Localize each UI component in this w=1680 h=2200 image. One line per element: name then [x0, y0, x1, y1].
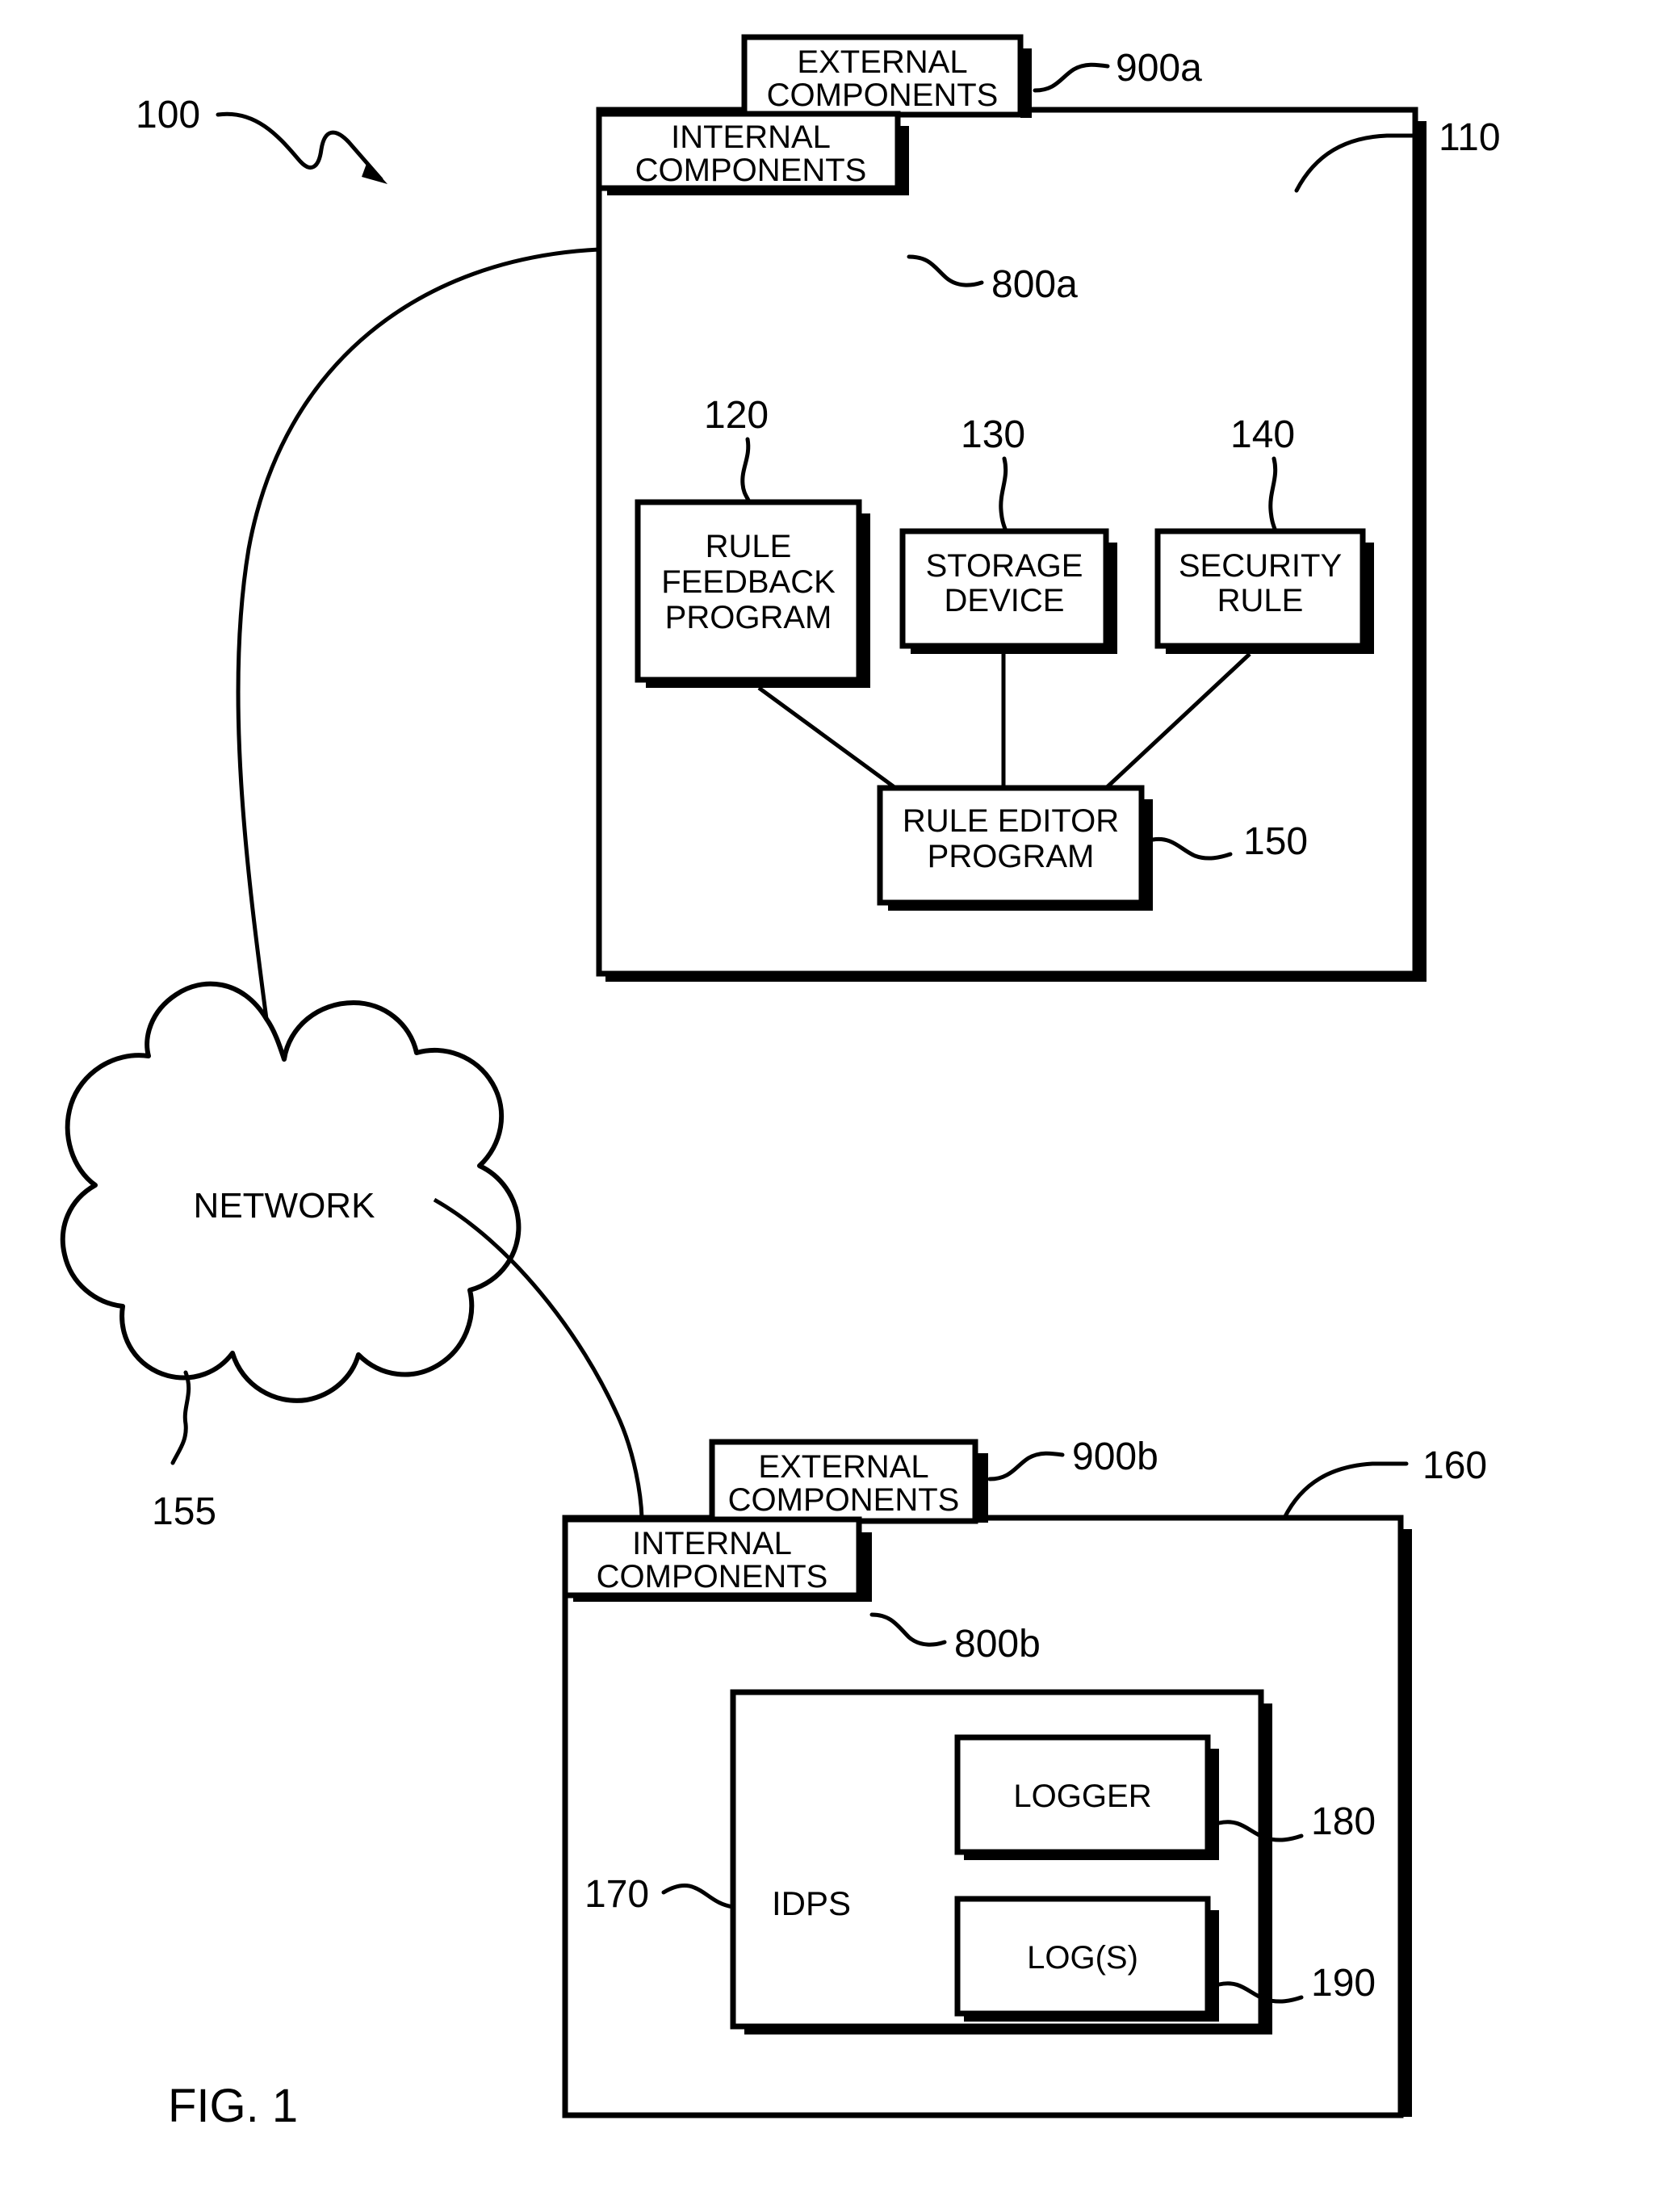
- system-arrow-squiggle: [216, 111, 383, 182]
- ref-label-100: 100: [136, 94, 200, 136]
- ref-label-120: 120: [704, 394, 769, 437]
- ref-label-800a: 800a: [991, 263, 1078, 306]
- link-computer110-to-network: [236, 247, 600, 1020]
- internal-components-b-line2: COMPONENTS: [597, 1559, 828, 1594]
- rule-feedback-program-line1: RULE: [706, 529, 792, 564]
- leader-155: [170, 1370, 191, 1465]
- ref-label-800b: 800b: [954, 1623, 1041, 1666]
- logs-label: LOG(S): [1027, 1940, 1138, 1976]
- ref-label-170: 170: [584, 1873, 649, 1916]
- ref-label-150: 150: [1243, 820, 1308, 863]
- rule-feedback-program-line2: FEEDBACK: [661, 564, 836, 600]
- rule-feedback-program-line3: PROGRAM: [665, 600, 832, 635]
- ref-label-180: 180: [1311, 1800, 1376, 1843]
- idps-label: IDPS: [772, 1884, 851, 1922]
- patent-figure: 100 110 EXTERNAL COMPONENTS 900a INTERNA…: [0, 0, 1680, 2200]
- ref-label-900b: 900b: [1072, 1435, 1158, 1478]
- leader-900b: [987, 1451, 1065, 1481]
- storage-device-line1: STORAGE: [926, 548, 1083, 584]
- ref-label-190: 190: [1311, 1962, 1376, 2005]
- rule-editor-program-line2: PROGRAM: [928, 839, 1095, 874]
- internal-components-b-line1: INTERNAL: [632, 1526, 792, 1561]
- security-rule-line2: RULE: [1217, 583, 1304, 618]
- rule-editor-program-line1: RULE EDITOR: [903, 803, 1119, 839]
- network-cloud: NETWORK 155: [60, 981, 522, 1533]
- system-arrow-head: [362, 161, 388, 184]
- external-components-b-line1: EXTERNAL: [758, 1449, 928, 1485]
- external-components-b-node: EXTERNAL COMPONENTS 900b: [709, 1435, 1158, 1524]
- ref-label-130: 130: [961, 413, 1025, 456]
- ref-label-140: 140: [1230, 413, 1295, 456]
- system-ref-callout: 100: [136, 94, 388, 184]
- network-label: NETWORK: [194, 1186, 375, 1226]
- diagram-canvas: 100 110 EXTERNAL COMPONENTS 900a INTERNA…: [60, 34, 1501, 2132]
- storage-device-line2: DEVICE: [945, 583, 1065, 618]
- leader-160: [1282, 1461, 1409, 1520]
- ref-label-900a: 900a: [1116, 47, 1202, 90]
- ref-label-160: 160: [1422, 1444, 1487, 1487]
- internal-components-a-line1: INTERNAL: [671, 119, 831, 155]
- figure-caption: FIG. 1: [168, 2080, 298, 2132]
- external-components-a-line2: COMPONENTS: [767, 78, 999, 113]
- logger-label: LOGGER: [1013, 1779, 1151, 1814]
- ref-label-110: 110: [1439, 116, 1501, 159]
- security-rule-line1: SECURITY: [1179, 548, 1342, 584]
- ref-label-155: 155: [152, 1490, 216, 1533]
- leader-900a: [1033, 62, 1110, 93]
- external-components-a-line1: EXTERNAL: [797, 44, 967, 80]
- internal-components-a-line2: COMPONENTS: [635, 153, 867, 188]
- external-components-b-line2: COMPONENTS: [728, 1482, 960, 1518]
- external-components-a-node: EXTERNAL COMPONENTS 900a: [741, 34, 1202, 118]
